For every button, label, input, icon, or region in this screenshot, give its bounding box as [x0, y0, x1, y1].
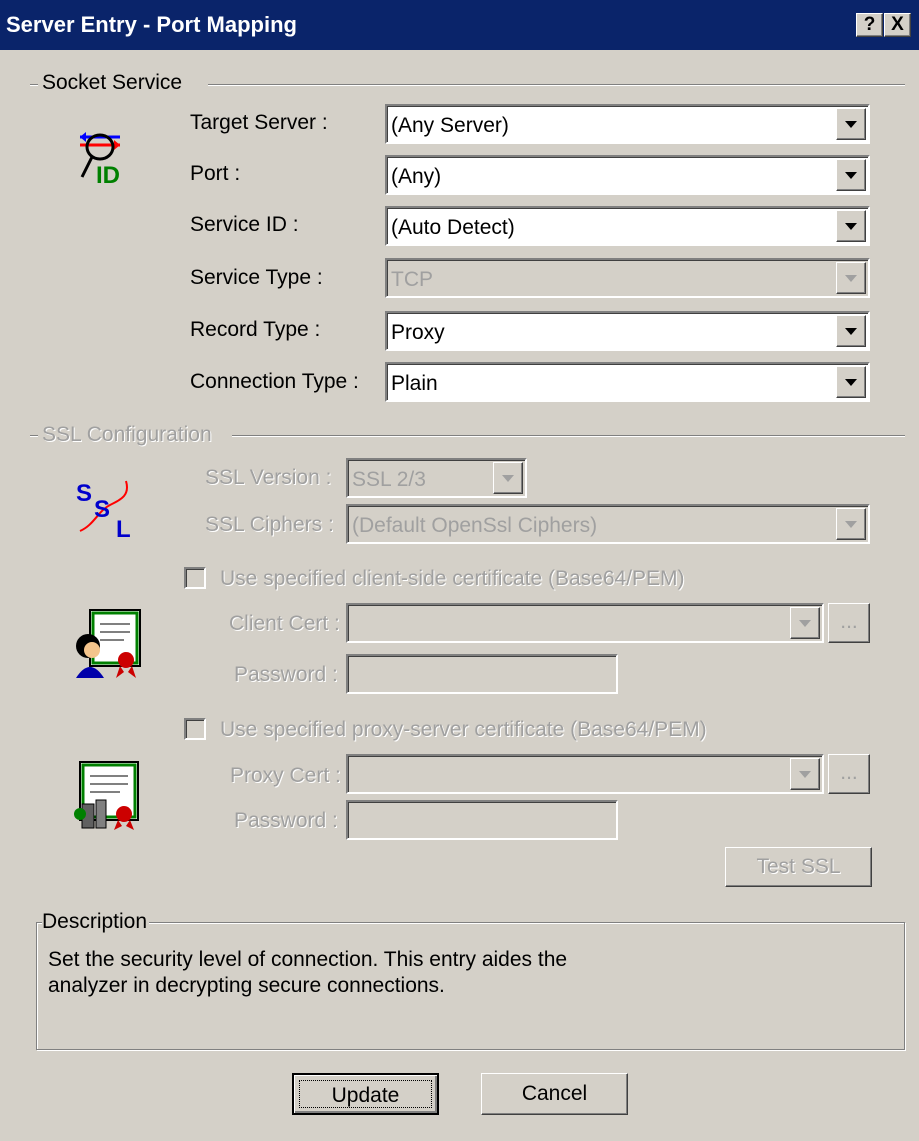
help-button[interactable]: ? [856, 13, 883, 37]
svg-text:L: L [116, 516, 131, 543]
proxy-cert-browse-button[interactable]: ... [828, 754, 870, 794]
ssl-ciphers-value: (Default OpenSsl Ciphers) [352, 514, 598, 537]
client-cert-browse-button[interactable]: ... [828, 603, 870, 643]
proxy-cert-label: Proxy Cert : [230, 764, 341, 787]
close-button[interactable]: X [884, 13, 911, 37]
description-legend: Description [42, 910, 150, 934]
socket-group-line-right [208, 84, 905, 86]
chevron-down-icon [845, 172, 857, 179]
service-type-label: Service Type : [190, 266, 323, 289]
record-type-select[interactable]: Proxy [385, 311, 870, 351]
ssl-group-legend: SSL Configuration [42, 423, 212, 446]
port-value: (Any) [391, 165, 442, 188]
window-title: Server Entry - Port Mapping [6, 12, 297, 37]
socket-group-line-left [30, 84, 38, 86]
ssl-version-select[interactable]: SSL 2/3 [346, 458, 527, 498]
record-type-label: Record Type : [190, 318, 321, 341]
socket-group-legend: Socket Service [42, 71, 183, 94]
ssl-ciphers-dropdown-button[interactable] [836, 508, 866, 540]
ssl-group-line-right [232, 435, 905, 437]
test-ssl-button[interactable]: Test SSL [725, 847, 872, 887]
chevron-down-icon [845, 121, 857, 128]
title-bar: Server Entry - Port Mapping ? X [0, 0, 919, 50]
chevron-down-icon [845, 275, 857, 282]
connection-type-select[interactable]: Plain [385, 362, 870, 402]
client-password-field[interactable] [346, 654, 618, 694]
ssl-group-line-left [30, 435, 38, 437]
chevron-down-icon [845, 328, 857, 335]
svg-text:S: S [76, 480, 92, 507]
record-type-value: Proxy [391, 321, 445, 344]
target-server-dropdown-button[interactable] [836, 108, 866, 140]
proxy-password-label: Password : [234, 809, 338, 832]
client-cert-check-label: Use specified client-side certificate (B… [220, 567, 685, 590]
svg-text:S: S [94, 496, 110, 523]
service-type-dropdown-button[interactable] [836, 262, 866, 294]
connection-type-dropdown-button[interactable] [836, 366, 866, 398]
ssl-version-label: SSL Version : [205, 466, 332, 489]
ssl-version-dropdown-button[interactable] [493, 462, 523, 494]
proxy-cert-dropdown-button[interactable] [790, 758, 820, 790]
target-server-select[interactable]: (Any Server) [385, 104, 870, 144]
ssl-version-value: SSL 2/3 [352, 468, 426, 491]
service-type-value: TCP [391, 268, 433, 291]
service-id-dropdown-button[interactable] [836, 210, 866, 242]
client-certificate-icon [74, 608, 144, 680]
ssl-icon: S S L [74, 475, 146, 545]
target-server-label: Target Server : [190, 111, 328, 134]
chevron-down-icon [799, 620, 811, 627]
connection-type-value: Plain [391, 372, 438, 395]
client-cert-dropdown-button[interactable] [790, 607, 820, 639]
chevron-down-icon [845, 223, 857, 230]
chevron-down-icon [845, 521, 857, 528]
description-line-2: analyzer in decrypting secure connection… [48, 974, 445, 997]
chevron-down-icon [845, 379, 857, 386]
ssl-ciphers-label: SSL Ciphers : [205, 513, 334, 536]
description-line-1: Set the security level of connection. Th… [48, 948, 568, 971]
update-button[interactable]: Update [292, 1073, 439, 1115]
proxy-certificate-icon [74, 760, 144, 832]
port-select[interactable]: (Any) [385, 155, 870, 195]
record-type-dropdown-button[interactable] [836, 315, 866, 347]
service-id-label: Service ID : [190, 213, 299, 236]
service-type-select[interactable]: TCP [385, 258, 870, 298]
target-server-value: (Any Server) [391, 114, 509, 137]
port-dropdown-button[interactable] [836, 159, 866, 191]
svg-text:ID: ID [96, 162, 120, 187]
port-label: Port : [190, 162, 241, 185]
client-password-label: Password : [234, 663, 338, 686]
proxy-cert-select[interactable] [346, 754, 824, 794]
cancel-button[interactable]: Cancel [481, 1073, 628, 1115]
client-cert-checkbox[interactable] [184, 567, 206, 589]
chevron-down-icon [502, 475, 514, 482]
chevron-down-icon [799, 771, 811, 778]
update-button-label: Update [331, 1084, 400, 1107]
socket-id-icon: ID [76, 125, 138, 189]
proxy-password-field[interactable] [346, 800, 618, 840]
proxy-cert-check-label: Use specified proxy-server certificate (… [220, 718, 707, 741]
client-cert-label: Client Cert : [229, 612, 340, 635]
client-cert-select[interactable] [346, 603, 824, 643]
service-id-value: (Auto Detect) [391, 216, 515, 239]
proxy-cert-checkbox[interactable] [184, 718, 206, 740]
service-id-select[interactable]: (Auto Detect) [385, 206, 870, 246]
connection-type-label: Connection Type : [190, 370, 359, 393]
ssl-ciphers-select[interactable]: (Default OpenSsl Ciphers) [346, 504, 870, 544]
